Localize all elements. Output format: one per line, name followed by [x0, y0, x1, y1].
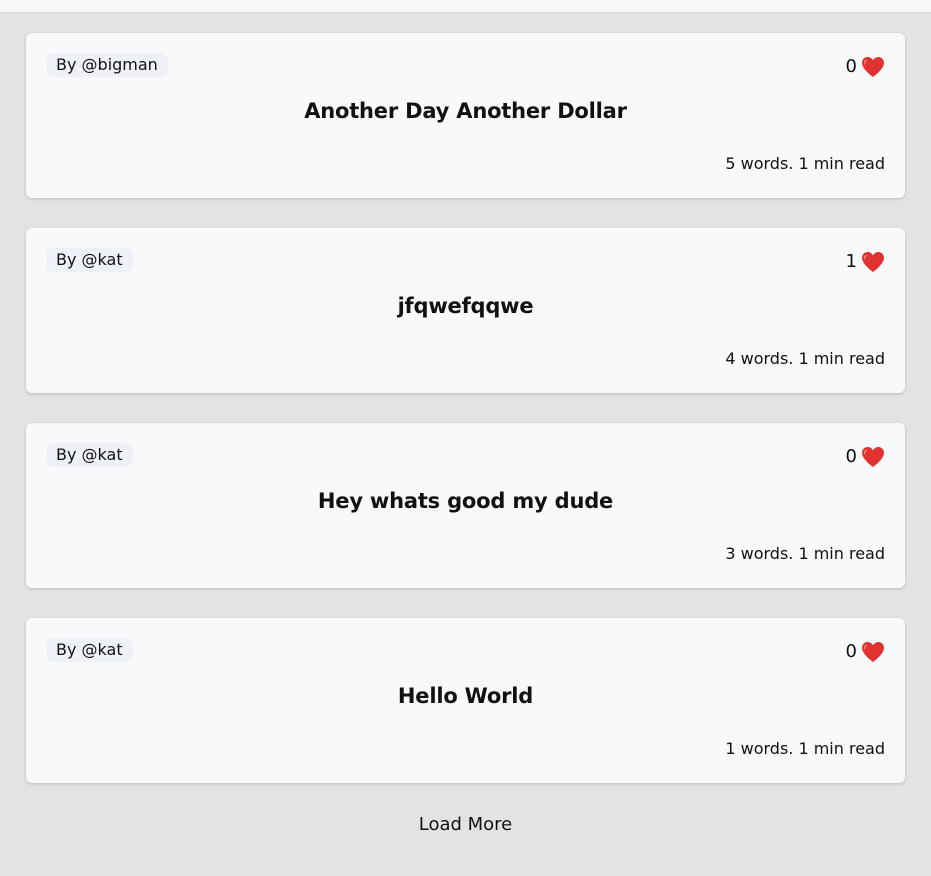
like-count: 0 — [845, 56, 857, 77]
post-card[interactable]: By @kat 0 Hey whats good my dude 3 words… — [26, 423, 905, 588]
like-counter[interactable]: 0 — [846, 638, 885, 666]
like-counter[interactable]: 1 — [846, 248, 885, 276]
top-bar — [0, 0, 931, 13]
post-card[interactable]: By @bigman 0 Another Day Another Dollar … — [26, 33, 905, 198]
post-author[interactable]: By @kat — [46, 638, 133, 662]
post-author[interactable]: By @kat — [46, 248, 133, 272]
post-card[interactable]: By @kat 1 jfqwefqqwe 4 words. 1 min read — [26, 228, 905, 393]
heart-icon[interactable] — [861, 56, 885, 78]
post-meta: 5 words. 1 min read — [725, 154, 885, 173]
post-meta: 3 words. 1 min read — [725, 544, 885, 563]
post-meta: 1 words. 1 min read — [725, 739, 885, 758]
post-meta: 4 words. 1 min read — [725, 349, 885, 368]
like-count: 1 — [845, 251, 857, 272]
heart-icon[interactable] — [861, 251, 885, 273]
load-more-button[interactable]: Load More — [419, 814, 513, 835]
post-feed: By @bigman 0 Another Day Another Dollar … — [26, 33, 905, 813]
like-counter[interactable]: 0 — [846, 53, 885, 81]
heart-icon[interactable] — [861, 641, 885, 663]
post-author[interactable]: By @kat — [46, 443, 133, 467]
post-title[interactable]: Hello World — [26, 684, 905, 708]
post-title[interactable]: jfqwefqqwe — [26, 294, 905, 318]
load-more-container: Load More — [0, 814, 931, 835]
like-count: 0 — [845, 446, 857, 467]
heart-icon[interactable] — [861, 446, 885, 468]
post-title[interactable]: Another Day Another Dollar — [26, 99, 905, 123]
post-title[interactable]: Hey whats good my dude — [26, 489, 905, 513]
like-count: 0 — [845, 641, 857, 662]
like-counter[interactable]: 0 — [846, 443, 885, 471]
post-author[interactable]: By @bigman — [46, 53, 168, 77]
post-card[interactable]: By @kat 0 Hello World 1 words. 1 min rea… — [26, 618, 905, 783]
